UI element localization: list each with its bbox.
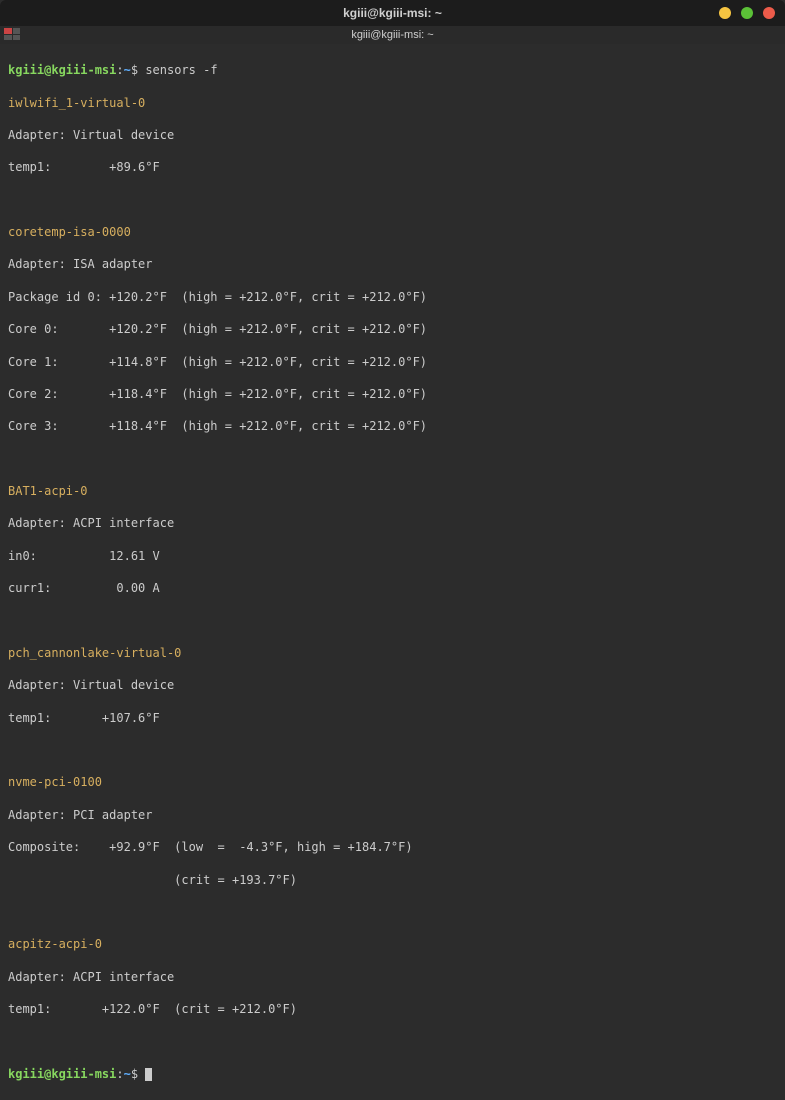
composite-nvme-1: Composite: +92.9°F (low = -4.3°F, high =… bbox=[8, 839, 777, 855]
workspace-indicator-icon[interactable] bbox=[4, 28, 20, 40]
blank-line bbox=[8, 1033, 777, 1049]
adapter-coretemp: Adapter: ISA adapter bbox=[8, 256, 777, 272]
prompt-dollar: $ bbox=[131, 1067, 138, 1081]
sensor-chip-nvme: nvme-pci-0100 bbox=[8, 774, 777, 790]
prompt-colon: : bbox=[116, 1067, 123, 1081]
maximize-button[interactable] bbox=[741, 7, 753, 19]
core-3: Core 3: +118.4°F (high = +212.0°F, crit … bbox=[8, 418, 777, 434]
adapter-pch: Adapter: Virtual device bbox=[8, 677, 777, 693]
prompt-line-2: kgiii@kgiii-msi:~$ bbox=[8, 1066, 777, 1082]
adapter-bat1: Adapter: ACPI interface bbox=[8, 515, 777, 531]
adapter-iwlwifi: Adapter: Virtual device bbox=[8, 127, 777, 143]
command-text: sensors -f bbox=[145, 63, 217, 77]
blank-line bbox=[8, 742, 777, 758]
cursor bbox=[145, 1068, 152, 1081]
temp1-acpitz: temp1: +122.0°F (crit = +212.0°F) bbox=[8, 1001, 777, 1017]
blank-line bbox=[8, 451, 777, 467]
temp1-pch: temp1: +107.6°F bbox=[8, 710, 777, 726]
prompt-dollar: $ bbox=[131, 63, 138, 77]
window-controls bbox=[719, 7, 775, 19]
tab-bar: kgiii@kgiii-msi: ~ bbox=[0, 26, 785, 44]
prompt-user-host: kgiii@kgiii-msi bbox=[8, 63, 116, 77]
blank-line bbox=[8, 613, 777, 629]
prompt-path: ~ bbox=[124, 1067, 131, 1081]
tab-title[interactable]: kgiii@kgiii-msi: ~ bbox=[351, 29, 433, 41]
minimize-button[interactable] bbox=[719, 7, 731, 19]
sensor-chip-iwlwifi: iwlwifi_1-virtual-0 bbox=[8, 95, 777, 111]
window-titlebar: kgiii@kgiii-msi: ~ bbox=[0, 0, 785, 26]
adapter-nvme: Adapter: PCI adapter bbox=[8, 807, 777, 823]
close-button[interactable] bbox=[763, 7, 775, 19]
sensor-chip-pch: pch_cannonlake-virtual-0 bbox=[8, 645, 777, 661]
prompt-path: ~ bbox=[124, 63, 131, 77]
in0-bat1: in0: 12.61 V bbox=[8, 548, 777, 564]
core-1: Core 1: +114.8°F (high = +212.0°F, crit … bbox=[8, 354, 777, 370]
sensor-chip-bat1: BAT1-acpi-0 bbox=[8, 483, 777, 499]
prompt-line-1: kgiii@kgiii-msi:~$ sensors -f bbox=[8, 62, 777, 78]
core-2: Core 2: +118.4°F (high = +212.0°F, crit … bbox=[8, 386, 777, 402]
sensor-chip-coretemp: coretemp-isa-0000 bbox=[8, 224, 777, 240]
curr1-bat1: curr1: 0.00 A bbox=[8, 580, 777, 596]
prompt-colon: : bbox=[116, 63, 123, 77]
adapter-acpitz: Adapter: ACPI interface bbox=[8, 969, 777, 985]
temp1-iwlwifi: temp1: +89.6°F bbox=[8, 159, 777, 175]
window-title: kgiii@kgiii-msi: ~ bbox=[343, 6, 442, 20]
package-id-0: Package id 0: +120.2°F (high = +212.0°F,… bbox=[8, 289, 777, 305]
prompt-user-host: kgiii@kgiii-msi bbox=[8, 1067, 116, 1081]
blank-line bbox=[8, 904, 777, 920]
core-0: Core 0: +120.2°F (high = +212.0°F, crit … bbox=[8, 321, 777, 337]
terminal-body[interactable]: kgiii@kgiii-msi:~$ sensors -f iwlwifi_1-… bbox=[0, 44, 785, 1100]
composite-nvme-2: (crit = +193.7°F) bbox=[8, 872, 777, 888]
sensor-chip-acpitz: acpitz-acpi-0 bbox=[8, 936, 777, 952]
blank-line bbox=[8, 192, 777, 208]
